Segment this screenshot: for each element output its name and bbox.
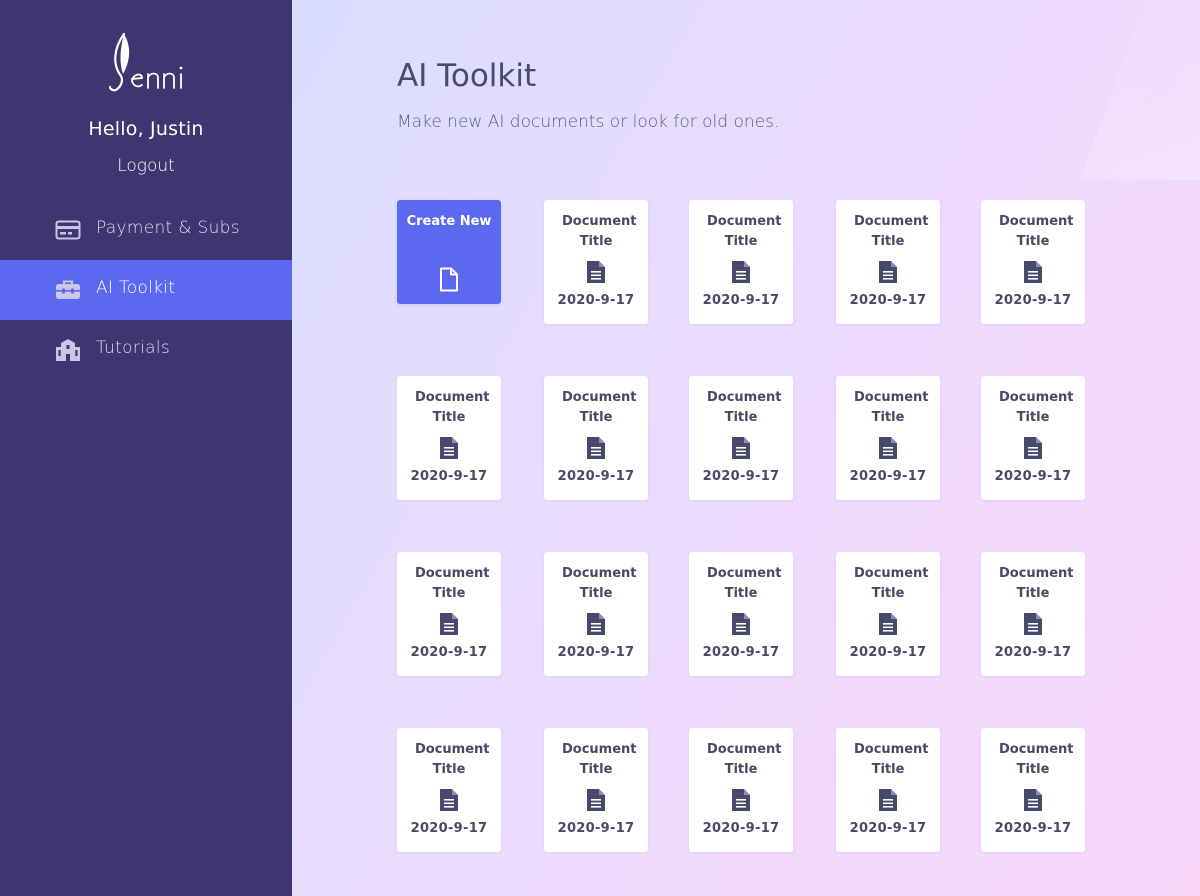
document-date: 2020-9-17	[702, 469, 780, 484]
document-icon	[439, 612, 459, 636]
document-date: 2020-9-17	[410, 821, 488, 836]
document-date: 2020-9-17	[410, 645, 488, 660]
document-title: Document Title	[854, 214, 929, 249]
document-icon	[586, 260, 606, 284]
document-date: 2020-9-17	[849, 821, 927, 836]
document-title: Document Title	[999, 742, 1074, 777]
document-icon	[878, 260, 898, 284]
document-card[interactable]: Document Title 2020-9-17	[397, 728, 501, 852]
document-card[interactable]: Document Title 2020-9-17	[981, 376, 1085, 500]
sidebar-item-payment-subs[interactable]: Payment & Subs	[0, 200, 292, 260]
document-icon	[1023, 436, 1043, 460]
sidebar-item-ai-toolkit[interactable]: AI Toolkit	[0, 260, 292, 320]
decorative-shape	[1079, 0, 1200, 180]
document-icon	[1023, 788, 1043, 812]
credit-card-icon	[55, 218, 81, 242]
document-card[interactable]: Document Title 2020-9-17	[981, 552, 1085, 676]
sidebar-item-tutorials[interactable]: Tutorials	[0, 320, 292, 380]
document-card[interactable]: Document Title 2020-9-17	[689, 552, 793, 676]
document-title: Document Title	[999, 214, 1074, 249]
document-card[interactable]: Document Title 2020-9-17	[544, 376, 648, 500]
document-title: Document Title	[707, 742, 782, 777]
document-icon	[586, 436, 606, 460]
document-date: 2020-9-17	[702, 645, 780, 660]
page-subtitle: Make new AI documents or look for old on…	[397, 112, 780, 132]
document-icon	[586, 612, 606, 636]
document-card[interactable]: Document Title 2020-9-17	[981, 200, 1085, 324]
document-date: 2020-9-17	[994, 293, 1072, 308]
main-content: AI Toolkit Make new AI documents or look…	[292, 0, 1200, 896]
document-card[interactable]: Document Title 2020-9-17	[689, 200, 793, 324]
sidebar-item-label: Payment & Subs	[96, 218, 240, 238]
document-date: 2020-9-17	[994, 469, 1072, 484]
document-card[interactable]: Document Title 2020-9-17	[544, 552, 648, 676]
document-date: 2020-9-17	[994, 821, 1072, 836]
document-title: Document Title	[415, 742, 490, 777]
document-icon	[439, 436, 459, 460]
document-card[interactable]: Document Title 2020-9-17	[544, 728, 648, 852]
document-date: 2020-9-17	[557, 821, 635, 836]
document-title: Document Title	[562, 742, 637, 777]
document-card[interactable]: Document Title 2020-9-17	[397, 552, 501, 676]
document-icon	[1023, 612, 1043, 636]
document-icon	[586, 788, 606, 812]
document-icon	[878, 612, 898, 636]
document-card[interactable]: Document Title 2020-9-17	[836, 552, 940, 676]
document-title: Document Title	[999, 566, 1074, 601]
document-card[interactable]: Document Title 2020-9-17	[689, 728, 793, 852]
document-date: 2020-9-17	[702, 821, 780, 836]
document-icon	[878, 436, 898, 460]
document-title: Document Title	[854, 566, 929, 601]
document-date: 2020-9-17	[410, 469, 488, 484]
document-card[interactable]: Document Title 2020-9-17	[981, 728, 1085, 852]
document-icon	[731, 612, 751, 636]
document-date: 2020-9-17	[849, 293, 927, 308]
document-card[interactable]: Document Title 2020-9-17	[689, 376, 793, 500]
document-icon	[731, 436, 751, 460]
document-title: Document Title	[707, 214, 782, 249]
document-icon	[1023, 260, 1043, 284]
document-title: Document Title	[415, 390, 490, 425]
document-date: 2020-9-17	[702, 293, 780, 308]
sidebar-item-label: Tutorials	[96, 338, 171, 358]
document-card[interactable]: Document Title 2020-9-17	[836, 728, 940, 852]
document-date: 2020-9-17	[849, 469, 927, 484]
document-card[interactable]: Document Title 2020-9-17	[836, 376, 940, 500]
new-file-icon	[439, 267, 459, 292]
create-new-label: Create New	[406, 214, 492, 229]
document-card[interactable]: Document Title 2020-9-17	[836, 200, 940, 324]
document-icon	[878, 788, 898, 812]
document-title: Document Title	[415, 566, 490, 601]
document-card[interactable]: Document Title 2020-9-17	[544, 200, 648, 324]
user-greeting: Hello, Justin	[88, 118, 204, 140]
document-title: Document Title	[999, 390, 1074, 425]
document-icon	[731, 260, 751, 284]
jenni-logo	[104, 30, 188, 94]
toolbox-icon	[55, 278, 81, 302]
page-title: AI Toolkit	[397, 58, 537, 94]
document-card[interactable]: Document Title 2020-9-17	[397, 376, 501, 500]
document-icon	[439, 788, 459, 812]
school-icon	[55, 338, 81, 362]
document-title: Document Title	[707, 390, 782, 425]
document-date: 2020-9-17	[849, 645, 927, 660]
create-new-button[interactable]: Create New	[397, 200, 501, 304]
document-title: Document Title	[854, 390, 929, 425]
document-title: Document Title	[562, 214, 637, 249]
document-date: 2020-9-17	[994, 645, 1072, 660]
document-date: 2020-9-17	[557, 293, 635, 308]
document-title: Document Title	[707, 566, 782, 601]
document-date: 2020-9-17	[557, 645, 635, 660]
document-title: Document Title	[854, 742, 929, 777]
document-title: Document Title	[562, 390, 637, 425]
sidebar: Hello, Justin Logout Payment & Subs AI T…	[0, 0, 292, 896]
sidebar-item-label: AI Toolkit	[96, 278, 176, 298]
document-title: Document Title	[562, 566, 637, 601]
logout-link[interactable]: Logout	[96, 156, 196, 184]
document-icon	[731, 788, 751, 812]
document-date: 2020-9-17	[557, 469, 635, 484]
